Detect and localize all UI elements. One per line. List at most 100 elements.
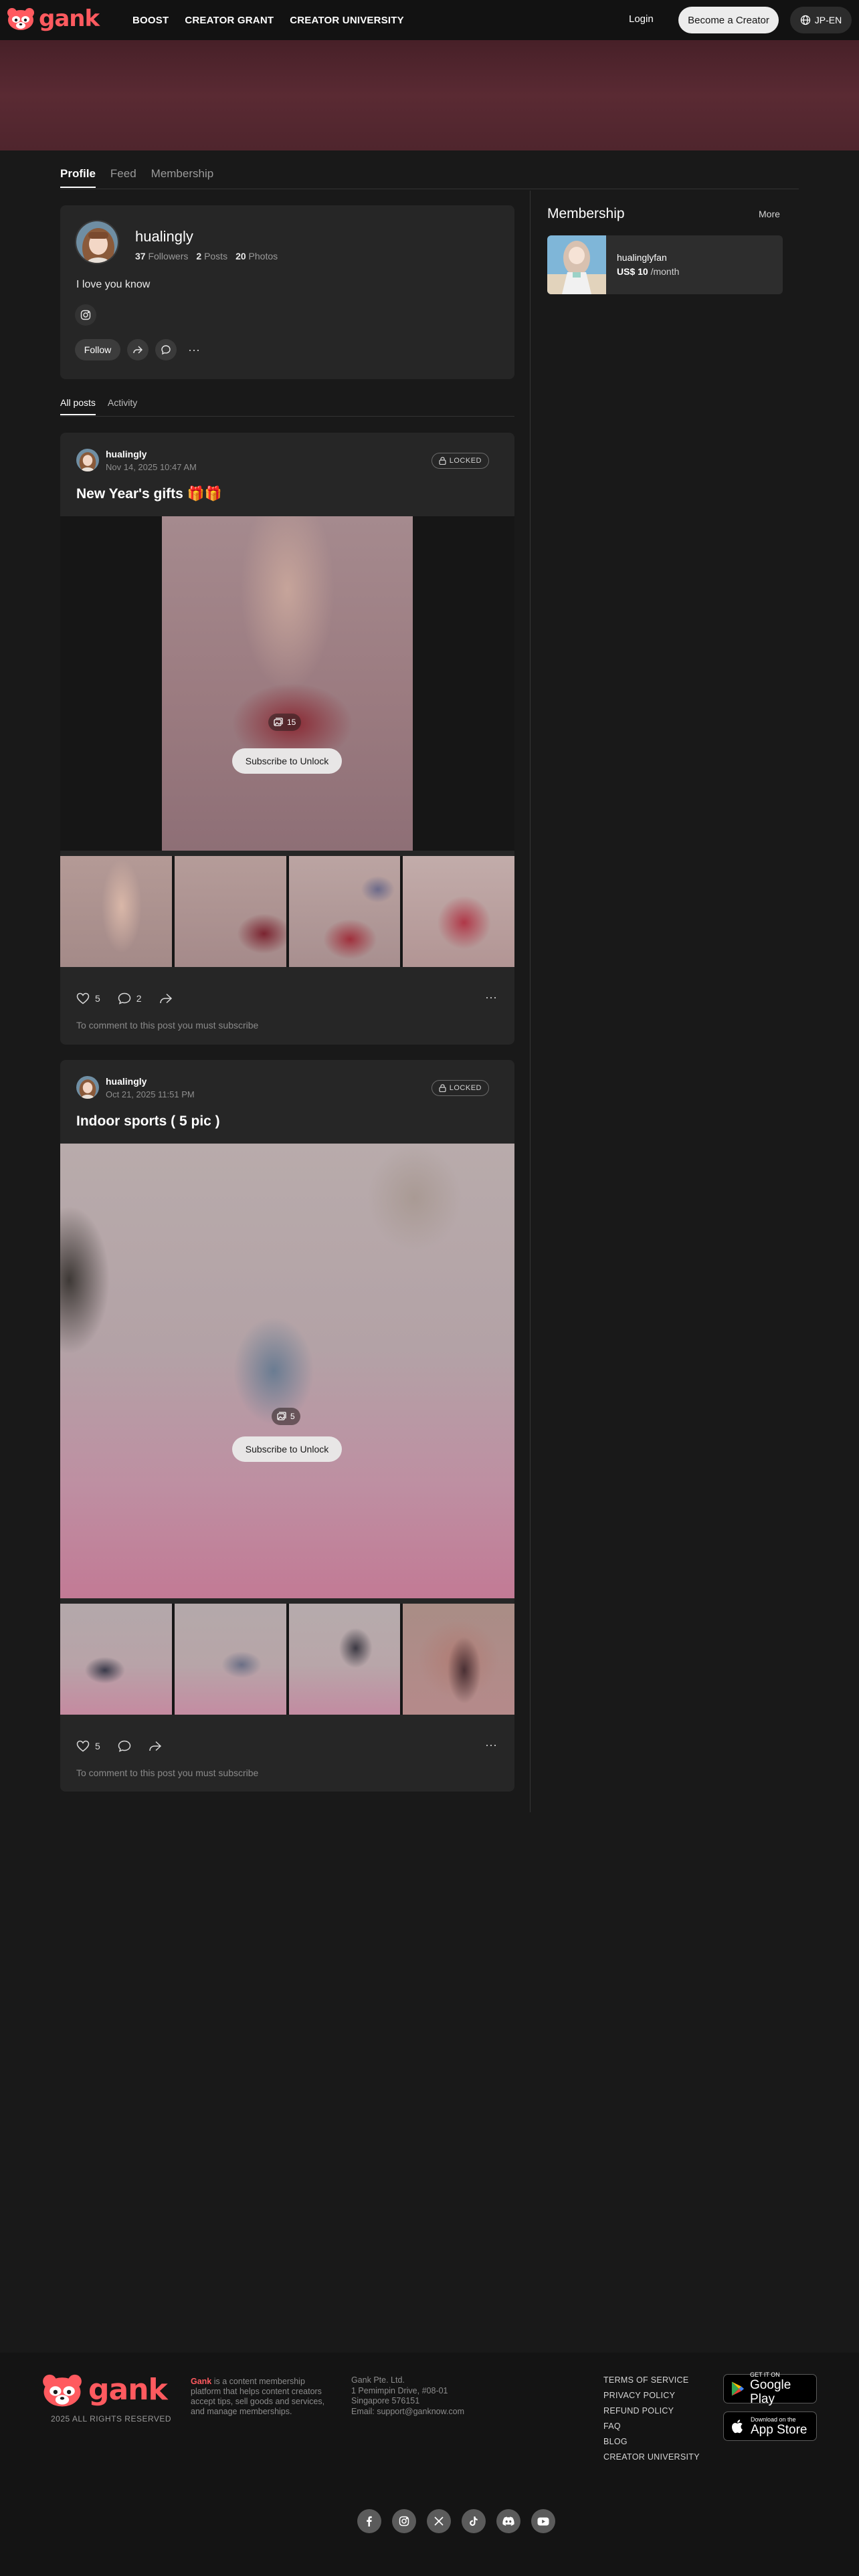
membership-tier-image [547, 235, 606, 294]
locked-label: LOCKED [449, 457, 482, 465]
followers-count: 37 [135, 251, 146, 261]
image-count-badge: 15 [268, 714, 302, 731]
follow-button[interactable]: Follow [75, 339, 120, 360]
footer-links: TERMS OF SERVICE PRIVACY POLICY REFUND P… [603, 2375, 700, 2462]
footer-link-faq[interactable]: FAQ [603, 2422, 700, 2431]
thumbnail[interactable] [288, 1604, 401, 1715]
copyright: 2025 ALL RIGHTS RESERVED [51, 2414, 172, 2424]
membership-more-link[interactable]: More [759, 209, 780, 219]
profile-stats: 37 Followers 2 Posts 20 Photos [135, 251, 278, 261]
membership-title: Membership [547, 206, 625, 221]
lock-icon [439, 457, 446, 465]
posts-label: Posts [204, 251, 228, 261]
instagram-link[interactable] [392, 2509, 416, 2533]
youtube-link[interactable] [531, 2509, 555, 2533]
message-button[interactable] [155, 339, 177, 360]
facebook-icon [367, 2516, 372, 2527]
gank-logo[interactable]: gank [7, 7, 100, 31]
tab-feed[interactable]: Feed [110, 167, 136, 188]
image-count: 5 [290, 1412, 295, 1421]
footer-link-blog[interactable]: BLOG [603, 2437, 700, 2446]
thumbnail[interactable] [288, 856, 401, 967]
image-stack-icon [277, 1412, 286, 1420]
comment-subscribe-note: To comment to this post you must subscri… [76, 1020, 259, 1031]
footer-link-creator-university[interactable]: CREATOR UNIVERSITY [603, 2452, 700, 2462]
x-icon [434, 2516, 444, 2526]
facebook-link[interactable] [357, 2509, 381, 2533]
post-title: Indoor sports ( 5 pic ) [76, 1113, 220, 1129]
post-title: New Year's gifts 🎁🎁 [76, 486, 222, 502]
company-email[interactable]: Email: support@ganknow.com [351, 2407, 464, 2418]
followers-stat[interactable]: 37 Followers [135, 251, 188, 261]
post-author-avatar[interactable] [76, 449, 99, 471]
post-author-avatar[interactable] [76, 1076, 99, 1099]
blurred-image [60, 1144, 514, 1598]
comment-icon[interactable] [118, 1740, 131, 1752]
thumbnail[interactable] [60, 856, 172, 967]
language-selector[interactable]: JP-EN [790, 7, 852, 33]
thumbnail-strip [60, 856, 514, 967]
thumbnail[interactable] [174, 856, 286, 967]
post-more-icon[interactable]: ··· [485, 990, 497, 1004]
more-options-icon[interactable]: ··· [183, 339, 205, 360]
app-store-badge[interactable]: Download on the App Store [723, 2411, 817, 2441]
thumbnail[interactable] [60, 1604, 172, 1715]
footer-brand-wordmark: gank [88, 2373, 168, 2407]
google-play-big: Google Play [750, 2378, 791, 2406]
app-store-small: Download on the [751, 2416, 796, 2423]
thumbnail[interactable] [403, 1604, 514, 1715]
post-actions: 5 2 [76, 992, 173, 1004]
subscribe-to-unlock-button[interactable]: Subscribe to Unlock [232, 748, 342, 774]
tab-membership[interactable]: Membership [151, 167, 214, 188]
globe-icon [800, 15, 810, 25]
post-more-icon[interactable]: ··· [485, 1738, 497, 1752]
nav-boost[interactable]: BOOST [132, 15, 169, 26]
tab-profile[interactable]: Profile [60, 167, 96, 188]
x-twitter-link[interactable] [427, 2509, 451, 2533]
thumbnail[interactable] [403, 856, 514, 967]
locked-media[interactable]: 5 Subscribe to Unlock [60, 1144, 514, 1598]
become-creator-button[interactable]: Become a Creator [678, 7, 779, 33]
login-link[interactable]: Login [629, 13, 654, 25]
tab-all-posts[interactable]: All posts [60, 397, 96, 415]
footer-link-refund[interactable]: REFUND POLICY [603, 2406, 700, 2416]
heart-icon[interactable] [76, 1740, 90, 1752]
company-info: Gank Pte. Ltd. 1 Pemimpin Drive, #08-01 … [351, 2375, 464, 2417]
post-date: Nov 14, 2025 10:47 AM [106, 462, 197, 472]
membership-tier-card[interactable]: hualinglyfan US$ 10 /month [547, 235, 783, 294]
subscribe-to-unlock-button[interactable]: Subscribe to Unlock [232, 1436, 342, 1462]
image-count: 15 [287, 718, 296, 727]
post-card: hualingly Oct 21, 2025 11:51 PM LOCKED I… [60, 1060, 514, 1792]
share-icon[interactable] [149, 1740, 162, 1752]
instagram-icon [80, 310, 91, 320]
locked-media[interactable]: 15 Subscribe to Unlock [60, 516, 514, 851]
youtube-icon [537, 2517, 549, 2525]
post-card: hualingly Nov 14, 2025 10:47 AM LOCKED N… [60, 433, 514, 1045]
locked-label: LOCKED [449, 1084, 482, 1092]
profile-card: hualingly 37 Followers 2 Posts 20 Photos… [60, 205, 514, 379]
nav-creator-grant[interactable]: CREATOR GRANT [185, 15, 274, 26]
post-author[interactable]: hualingly [106, 449, 147, 459]
thumbnail-strip [60, 1604, 514, 1715]
footer-link-privacy[interactable]: PRIVACY POLICY [603, 2391, 700, 2400]
top-nav: BOOST CREATOR GRANT CREATOR UNIVERSITY [132, 0, 404, 40]
share-icon[interactable] [159, 992, 173, 1004]
comment-icon[interactable] [118, 992, 131, 1004]
nav-creator-university[interactable]: CREATOR UNIVERSITY [290, 15, 404, 26]
tiktok-link[interactable] [462, 2509, 486, 2533]
discord-link[interactable] [496, 2509, 520, 2533]
posts-stat: 2 Posts [196, 251, 227, 261]
thumbnail[interactable] [174, 1604, 286, 1715]
profile-bio: I love you know [76, 279, 151, 290]
share-button[interactable] [127, 339, 149, 360]
google-play-badge[interactable]: GET IT ON Google Play [723, 2371, 817, 2406]
footer-logo[interactable]: gank [41, 2373, 168, 2407]
tab-activity[interactable]: Activity [108, 397, 137, 415]
post-actions: 5 [76, 1740, 162, 1752]
post-author[interactable]: hualingly [106, 1076, 147, 1087]
footer-link-terms[interactable]: TERMS OF SERVICE [603, 2375, 700, 2385]
heart-icon[interactable] [76, 992, 90, 1004]
image-stack-icon [274, 718, 283, 726]
avatar[interactable] [75, 220, 119, 264]
instagram-link[interactable] [75, 304, 96, 326]
